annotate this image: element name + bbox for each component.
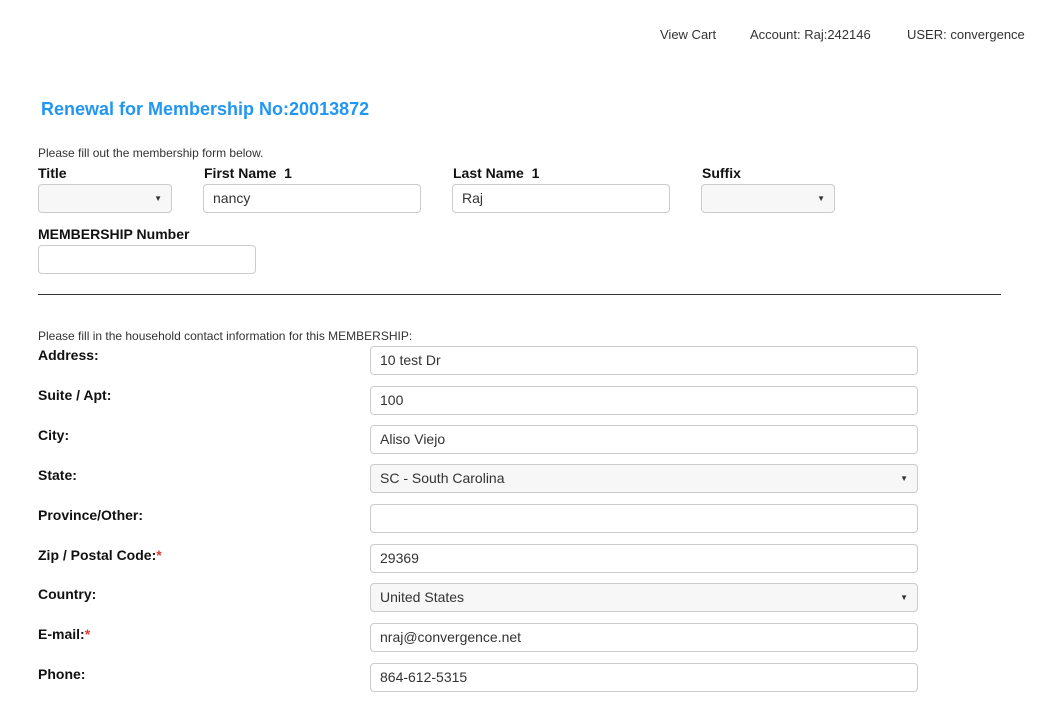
suite-label: Suite / Apt: (38, 387, 112, 403)
first-name-input[interactable]: nancy (203, 184, 421, 213)
suffix-select[interactable]: ▼ (701, 184, 835, 213)
membership-number-input[interactable] (38, 245, 256, 274)
required-marker: * (156, 547, 162, 563)
state-select-value: SC - South Carolina (380, 470, 505, 486)
last-name-marker: 1 (531, 165, 540, 181)
first-name-label: First Name 1 (204, 165, 292, 181)
state-select[interactable]: SC - South Carolina ▼ (370, 464, 918, 493)
chevron-down-icon: ▼ (900, 474, 908, 483)
phone-input[interactable]: 864-612-5315 (370, 663, 918, 692)
email-input[interactable]: nraj@convergence.net (370, 623, 918, 652)
section-divider (38, 294, 1001, 295)
country-select[interactable]: United States ▼ (370, 583, 918, 612)
suite-input[interactable]: 100 (370, 386, 918, 415)
user-info: USER: convergence (907, 27, 1025, 42)
view-cart-link[interactable]: View Cart (660, 27, 716, 42)
page-title: Renewal for Membership No:20013872 (41, 99, 370, 119)
chevron-down-icon: ▼ (154, 194, 162, 203)
membership-number-label: MEMBERSHIP Number (38, 226, 190, 242)
province-input[interactable] (370, 504, 918, 533)
zip-label: Zip / Postal Code:* (38, 547, 162, 563)
address-input[interactable]: 10 test Dr (370, 346, 918, 375)
city-input[interactable]: Aliso Viejo (370, 425, 918, 454)
suffix-label: Suffix (702, 165, 741, 181)
city-label: City: (38, 427, 70, 443)
province-label: Province/Other: (38, 507, 144, 523)
title-label: Title (38, 165, 67, 181)
title-select[interactable]: ▼ (38, 184, 172, 213)
first-name-label-text: First Name (204, 165, 277, 181)
email-label: E-mail:* (38, 626, 90, 642)
state-label: State: (38, 467, 77, 483)
chevron-down-icon: ▼ (900, 593, 908, 602)
member-form-instructions: Please fill out the membership form belo… (38, 146, 264, 160)
zip-label-text: Zip / Postal Code: (38, 547, 157, 563)
last-name-input[interactable]: Raj (452, 184, 670, 213)
first-name-marker: 1 (284, 165, 292, 181)
contact-form-instructions: Please fill in the household contact inf… (38, 329, 413, 343)
account-info[interactable]: Account: Raj:242146 (750, 27, 871, 42)
last-name-label-text: Last Name (453, 165, 524, 181)
chevron-down-icon: ▼ (817, 194, 825, 203)
email-label-text: E-mail: (38, 626, 85, 642)
phone-label: Phone: (38, 666, 86, 682)
country-select-value: United States (380, 589, 465, 605)
required-marker: * (84, 626, 91, 642)
last-name-label: Last Name 1 (453, 165, 539, 181)
address-label: Address: (38, 347, 99, 363)
country-label: Country: (38, 586, 97, 602)
zip-input[interactable]: 29369 (370, 544, 918, 573)
